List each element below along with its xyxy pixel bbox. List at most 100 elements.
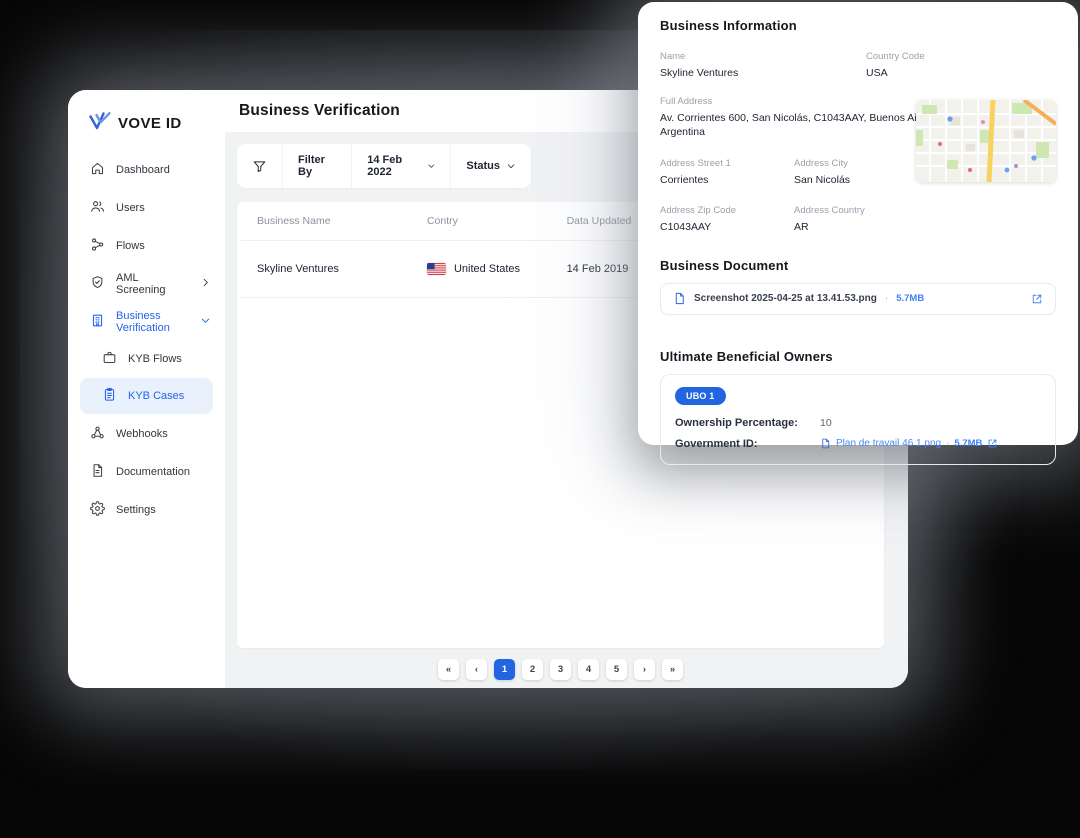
cell-business-name: Skyline Ventures bbox=[257, 263, 427, 275]
sidebar-item-label: Flows bbox=[116, 240, 145, 252]
filter-funnel-button[interactable] bbox=[237, 144, 283, 188]
field-label: Address Country bbox=[794, 205, 1056, 216]
ownership-value: 10 bbox=[820, 417, 832, 429]
panel-title: Business Information bbox=[660, 18, 1056, 33]
sidebar-item-users[interactable]: Users bbox=[68, 189, 225, 227]
sidebar-item-label: AML Screening bbox=[116, 272, 189, 296]
sidebar-item-label: Documentation bbox=[116, 466, 190, 478]
pagination-page-5[interactable]: 5 bbox=[606, 659, 627, 680]
sidebar-item-label: Webhooks bbox=[116, 428, 168, 440]
chevron-down-icon bbox=[427, 161, 436, 171]
briefcase-icon bbox=[102, 350, 117, 368]
ownership-label: Ownership Percentage: bbox=[675, 417, 820, 429]
field-street1: Address Street 1 Corrientes bbox=[660, 158, 794, 187]
chevron-right-icon bbox=[200, 277, 211, 291]
field-value: USA bbox=[866, 66, 1056, 80]
pagination-first-button[interactable]: « bbox=[438, 659, 459, 680]
column-header-business-name: Business Name bbox=[257, 215, 427, 227]
page-title: Business Verification bbox=[239, 102, 400, 120]
file-icon bbox=[673, 292, 686, 305]
field-country-code: Country Code USA bbox=[866, 51, 1056, 80]
logo[interactable]: VOVE ID bbox=[68, 90, 225, 137]
date-filter-dropdown[interactable]: 14 Feb 2022 bbox=[352, 144, 451, 188]
field-label: Address Zip Code bbox=[660, 205, 794, 216]
status-filter-dropdown[interactable]: Status bbox=[451, 144, 531, 188]
shield-check-icon bbox=[90, 275, 105, 293]
sidebar-item-label: Settings bbox=[116, 504, 156, 516]
document-icon bbox=[90, 463, 105, 481]
building-icon bbox=[90, 313, 105, 331]
cell-country: United States bbox=[427, 263, 567, 275]
field-label: Name bbox=[660, 51, 866, 62]
separator: · bbox=[885, 293, 888, 304]
date-filter-value: 14 Feb 2022 bbox=[367, 154, 421, 178]
logo-text: VOVE ID bbox=[118, 115, 182, 132]
field-row: Name Skyline Ventures Country Code USA bbox=[660, 51, 1056, 80]
sidebar-item-business-verification[interactable]: Business Verification bbox=[68, 303, 225, 341]
us-flag-icon bbox=[427, 263, 446, 275]
file-icon bbox=[820, 438, 831, 449]
government-id-label: Government ID: bbox=[675, 438, 820, 450]
field-value: Corrientes bbox=[660, 173, 794, 187]
ubo-card: UBO 1 Ownership Percentage: 10 Governmen… bbox=[660, 374, 1056, 465]
pagination-page-4[interactable]: 4 bbox=[578, 659, 599, 680]
pagination: « ‹ 1 2 3 4 5 › » bbox=[237, 659, 884, 680]
external-link-icon[interactable] bbox=[987, 438, 998, 449]
pagination-page-3[interactable]: 3 bbox=[550, 659, 571, 680]
field-name: Name Skyline Ventures bbox=[660, 51, 866, 80]
sidebar-item-settings[interactable]: Settings bbox=[68, 491, 225, 529]
funnel-icon bbox=[252, 159, 267, 174]
separator: · bbox=[946, 438, 949, 449]
ubo-section-title: Ultimate Beneficial Owners bbox=[660, 349, 1056, 364]
sidebar-item-label: Users bbox=[116, 202, 145, 214]
field-zip: Address Zip Code C1043AAY bbox=[660, 205, 794, 234]
sidebar-active-highlight: KYB Cases bbox=[80, 378, 213, 414]
pagination-next-button[interactable]: › bbox=[634, 659, 655, 680]
flows-icon bbox=[90, 237, 105, 255]
field-value: Skyline Ventures bbox=[660, 66, 866, 80]
sidebar-item-aml-screening[interactable]: AML Screening bbox=[68, 265, 225, 303]
ownership-row: Ownership Percentage: 10 bbox=[675, 417, 1041, 429]
clipboard-list-icon bbox=[102, 387, 117, 405]
chevron-down-icon bbox=[506, 161, 516, 171]
pagination-last-button[interactable]: » bbox=[662, 659, 683, 680]
address-map-thumbnail[interactable] bbox=[916, 100, 1056, 182]
government-id-file-size: 5.7MB bbox=[954, 438, 982, 449]
filter-by-label: Filter By bbox=[298, 154, 336, 178]
ubo-badge: UBO 1 bbox=[675, 387, 726, 405]
external-link-icon[interactable] bbox=[1031, 293, 1043, 305]
sidebar-item-dashboard[interactable]: Dashboard bbox=[68, 151, 225, 189]
field-label: Address Street 1 bbox=[660, 158, 794, 169]
sidebar-nav: Dashboard Users Flows AML Screening Busi… bbox=[68, 151, 225, 529]
document-file-name: Screenshot 2025-04-25 at 13.41.53.png bbox=[694, 293, 877, 304]
business-document-row[interactable]: Screenshot 2025-04-25 at 13.41.53.png · … bbox=[660, 283, 1056, 315]
cell-country-label: United States bbox=[454, 263, 520, 275]
sidebar-item-kyb-flows[interactable]: KYB Flows bbox=[68, 341, 225, 377]
field-label: Country Code bbox=[866, 51, 1056, 62]
sidebar-item-documentation[interactable]: Documentation bbox=[68, 453, 225, 491]
gear-icon bbox=[90, 501, 105, 519]
sidebar-item-flows[interactable]: Flows bbox=[68, 227, 225, 265]
sidebar-item-label: Business Verification bbox=[116, 310, 189, 334]
webhook-icon bbox=[90, 425, 105, 443]
map-image bbox=[916, 100, 1056, 182]
field-value: C1043AAY bbox=[660, 220, 794, 234]
business-info-panel: Business Information Name Skyline Ventur… bbox=[638, 2, 1078, 445]
government-id-file-link[interactable]: Plan de travail 46 1.png · 5.7MB bbox=[820, 438, 998, 449]
sidebar-item-webhooks[interactable]: Webhooks bbox=[68, 415, 225, 453]
column-header-country: Contry bbox=[427, 215, 567, 227]
filter-by-button[interactable]: Filter By bbox=[283, 144, 352, 188]
chevron-down-icon bbox=[200, 315, 211, 329]
pagination-prev-button[interactable]: ‹ bbox=[466, 659, 487, 680]
government-id-file-name: Plan de travail 46 1.png bbox=[836, 438, 941, 449]
field-row: Address Zip Code C1043AAY Address Countr… bbox=[660, 205, 1056, 234]
sidebar-item-kyb-cases[interactable]: KYB Cases bbox=[80, 378, 213, 414]
pagination-page-2[interactable]: 2 bbox=[522, 659, 543, 680]
pagination-page-1[interactable]: 1 bbox=[494, 659, 515, 680]
sidebar: VOVE ID Dashboard Users Flows AML Screen… bbox=[68, 90, 225, 688]
field-country: Address Country AR bbox=[794, 205, 1056, 234]
filter-bar: Filter By 14 Feb 2022 Status bbox=[237, 144, 531, 188]
users-icon bbox=[90, 199, 105, 217]
government-id-row: Government ID: Plan de travail 46 1.png … bbox=[675, 438, 1041, 450]
status-filter-label: Status bbox=[466, 160, 500, 172]
